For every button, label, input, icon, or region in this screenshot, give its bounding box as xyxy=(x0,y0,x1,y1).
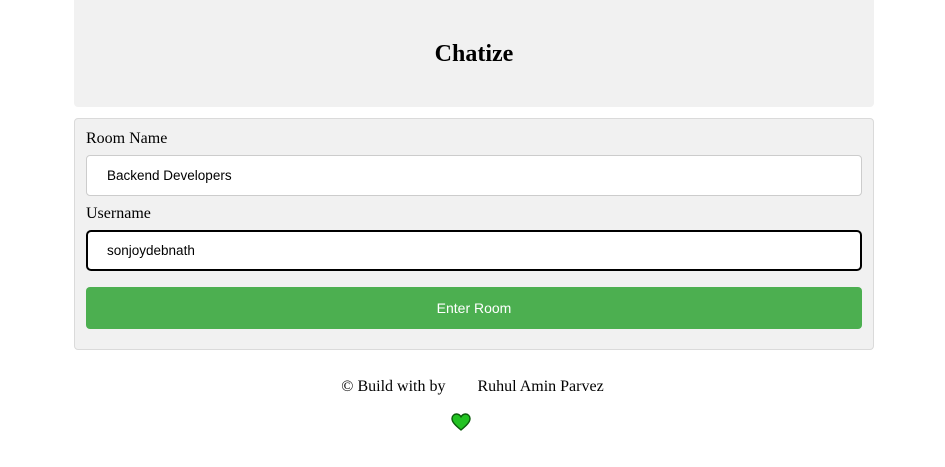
join-room-form: Room Name Username Enter Room xyxy=(74,118,874,350)
footer: © Build with by Ruhul Amin Parvez xyxy=(0,376,945,431)
footer-prefix: © Build with by xyxy=(341,378,446,395)
enter-room-button[interactable]: Enter Room xyxy=(86,287,862,329)
room-name-label: Room Name xyxy=(86,130,168,147)
username-input[interactable] xyxy=(86,230,862,271)
app-header: Chatize xyxy=(74,0,874,107)
footer-author: Ruhul Amin Parvez xyxy=(477,378,604,395)
room-name-input[interactable] xyxy=(86,155,862,196)
app-title: Chatize xyxy=(434,40,514,67)
heart-icon xyxy=(451,377,472,431)
username-label: Username xyxy=(86,205,151,222)
